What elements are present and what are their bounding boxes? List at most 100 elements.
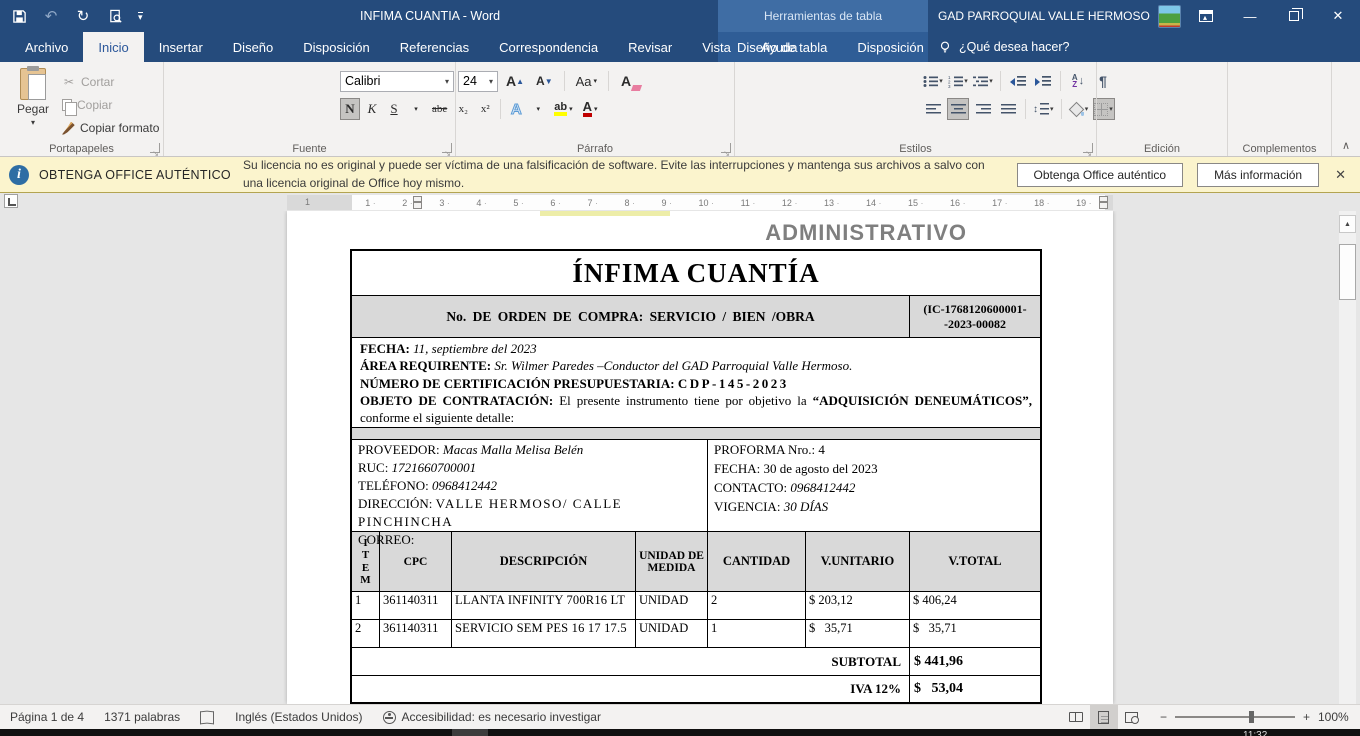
ribbon-tab[interactable]: Correspondencia — [484, 32, 613, 62]
read-mode-button[interactable] — [1062, 705, 1090, 730]
accessibility-status[interactable]: Accesibilidad: es necesario investigar — [373, 705, 611, 729]
collapse-ribbon-icon[interactable]: ∧ — [1342, 139, 1350, 152]
document-area: ADMINISTRATIVO ÍNFIMA CUANTÍA No. DE ORD… — [0, 211, 1360, 704]
ribbon-tab[interactable]: Diseño — [218, 32, 288, 62]
styles-group: AaBbCcDc ¶ Normal AaBbCcDdE Normal Sa...… — [735, 62, 1097, 156]
styles-dialog-launcher-icon[interactable] — [1083, 143, 1093, 153]
ribbon-tab[interactable]: Referencias — [385, 32, 484, 62]
get-office-button[interactable]: Obtenga Office auténtico — [1017, 163, 1184, 187]
order-code[interactable]: (IC-1768120600001--2023-00082 — [910, 296, 1040, 337]
header-unidad[interactable]: UNIDAD DE MEDIDA — [636, 532, 708, 591]
close-button[interactable]: ✕ — [1316, 0, 1360, 32]
order-info-block[interactable]: FECHA: 11, septiembre del 2023 ÁREA REQU… — [352, 338, 1040, 428]
ruler-number: 3 — [439, 198, 450, 208]
objeto-strong: “ADQUISICIÓN DENEUMÁTICOS”, — [813, 393, 1032, 408]
tell-me-box[interactable]: ¿Qué desea hacer? — [938, 32, 1070, 62]
underline-button[interactable]: S — [384, 98, 404, 120]
scroll-up-icon[interactable]: ▲ — [1339, 215, 1356, 233]
font-dialog-launcher-icon[interactable] — [442, 143, 452, 153]
total-value: $ 441,96 — [910, 648, 1040, 675]
language-indicator[interactable]: Inglés (Estados Unidos) — [225, 705, 372, 729]
scissors-icon: ✂ — [62, 75, 76, 89]
account-area[interactable]: GAD PARROQUIAL VALLE HERMOSO — [938, 0, 1181, 32]
cell-cpc: 361140311 — [380, 620, 452, 647]
addins-group: Complementos Complementos — [1228, 62, 1332, 156]
ruler-number: 1 — [365, 198, 376, 208]
italic-button[interactable]: K — [362, 98, 382, 120]
paragraph-dialog-launcher-icon[interactable] — [721, 143, 731, 153]
cut-button[interactable]: ✂ Cortar — [62, 72, 114, 92]
license-close-icon[interactable]: ✕ — [1335, 167, 1346, 183]
underline-caret-icon[interactable]: ▾ — [406, 98, 426, 120]
total-row[interactable]: SUBTOTAL $ 441,96 — [352, 648, 1040, 676]
redo-icon[interactable]: ↻ — [74, 7, 92, 25]
vertical-scrollbar[interactable]: ▲ — [1339, 211, 1356, 704]
clipboard-dialog-launcher-icon[interactable] — [150, 143, 160, 153]
proofing-status[interactable] — [190, 705, 225, 729]
ribbon-tab[interactable]: Inicio — [83, 32, 143, 62]
zoom-out-icon[interactable]: − — [1160, 710, 1167, 724]
ribbon-tab[interactable]: Disposición — [288, 32, 384, 62]
info-line: ÁREA REQUIRENTE: Sr. Wilmer Paredes –Con… — [360, 357, 1032, 374]
contextual-tools-label: Herramientas de tabla — [764, 9, 882, 23]
document-page[interactable]: ADMINISTRATIVO ÍNFIMA CUANTÍA No. DE ORD… — [287, 211, 1113, 704]
provider-proforma-row: PROVEEDOR: Macas Malla Melisa Belén RUC:… — [352, 440, 1040, 532]
customize-qat-icon[interactable]: ▾ — [138, 12, 143, 20]
page-indicator[interactable]: Página 1 de 4 — [0, 705, 94, 729]
table-row[interactable]: 1 361140311 LLANTA INFINITY 700R16 LT UN… — [352, 592, 1040, 620]
proforma-line: PROFORMA Nro.: 4 — [714, 441, 1034, 460]
format-painter-button[interactable]: Copiar formato — [62, 118, 159, 138]
tab-selector[interactable] — [4, 194, 18, 208]
save-icon[interactable] — [10, 7, 28, 25]
contextual-ribbon-tab[interactable]: Diseño de tabla — [722, 32, 842, 62]
horizontal-ruler[interactable]: 1 12345678910111213141516171819 — [0, 193, 1360, 211]
scrollbar-thumb[interactable] — [1339, 244, 1356, 300]
web-layout-button[interactable] — [1118, 705, 1146, 730]
strikethrough-button[interactable]: abe — [428, 98, 451, 120]
zoom-in-icon[interactable]: + — [1303, 710, 1310, 724]
header-vtotal[interactable]: V.TOTAL — [910, 532, 1040, 591]
window-title: INFIMA CUANTIA - Word — [360, 0, 500, 32]
proforma-line: VIGENCIA: 30 DÍAS — [714, 498, 1034, 517]
left-indent-marker[interactable] — [413, 196, 422, 208]
ribbon-display-icon — [1199, 10, 1213, 22]
header-descripcion[interactable]: DESCRIPCIÓN — [452, 532, 636, 591]
zoom-slider-handle[interactable] — [1249, 711, 1254, 723]
print-layout-button[interactable] — [1090, 705, 1118, 730]
ribbon-display-options-button[interactable] — [1184, 0, 1228, 32]
proforma-cell[interactable]: PROFORMA Nro.: 4 FECHA: 30 de agosto del… — [708, 440, 1040, 531]
header-item[interactable]: ITEM — [352, 532, 380, 591]
order-label[interactable]: No. DE ORDEN DE COMPRA: SERVICIO / BIEN … — [352, 296, 910, 337]
contextual-ribbon-tab[interactable]: Disposición — [842, 32, 938, 62]
word-window: Herramientas de tabla ↶ ↻ ▾ INFIMA CUANT… — [0, 0, 1360, 736]
ribbon-tab-bar: Archivo Inicio Insertar Diseño Disposici… — [0, 32, 1360, 62]
total-row[interactable]: IVA 12% $ 53,04 — [352, 676, 1040, 702]
ribbon-tab[interactable]: Archivo — [10, 32, 83, 62]
ribbon-tab[interactable]: Revisar — [613, 32, 687, 62]
restore-button[interactable] — [1272, 0, 1316, 32]
font-name-combo[interactable]: Calibri ▾ — [340, 71, 454, 92]
undo-icon[interactable]: ↶ — [42, 7, 60, 25]
copy-button[interactable]: Copiar — [62, 95, 112, 115]
print-preview-icon[interactable] — [106, 7, 124, 25]
ruler-number: 10 — [699, 198, 715, 208]
highlight-mark — [540, 211, 670, 216]
header-cantidad[interactable]: CANTIDAD — [708, 532, 806, 591]
header-cpc[interactable]: CPC — [380, 532, 452, 591]
ribbon-tab[interactable]: Insertar — [144, 32, 218, 62]
bold-button[interactable]: N — [340, 98, 360, 120]
paste-button[interactable]: Pegar ▾ — [10, 68, 56, 140]
right-indent-marker[interactable] — [1099, 196, 1108, 208]
provider-cell[interactable]: PROVEEDOR: Macas Malla Melisa Belén RUC:… — [352, 440, 708, 531]
zoom-percent[interactable]: 100% — [1318, 710, 1360, 724]
account-avatar[interactable] — [1158, 5, 1181, 28]
more-info-button[interactable]: Más información — [1197, 163, 1319, 187]
word-count[interactable]: 1371 palabras — [94, 705, 190, 729]
table-row[interactable]: 2 361140311 SERVICIO SEM PES 16 17 17.5 … — [352, 620, 1040, 648]
document-title[interactable]: ÍNFIMA CUANTÍA — [352, 251, 1040, 296]
ruler-number: 18 — [1034, 198, 1050, 208]
zoom-slider[interactable] — [1175, 716, 1295, 718]
header-vunitario[interactable]: V.UNITARIO — [806, 532, 910, 591]
minimize-button[interactable]: — — [1228, 0, 1272, 32]
ruler-numbers: 12345678910111213141516171819 — [352, 198, 1105, 208]
